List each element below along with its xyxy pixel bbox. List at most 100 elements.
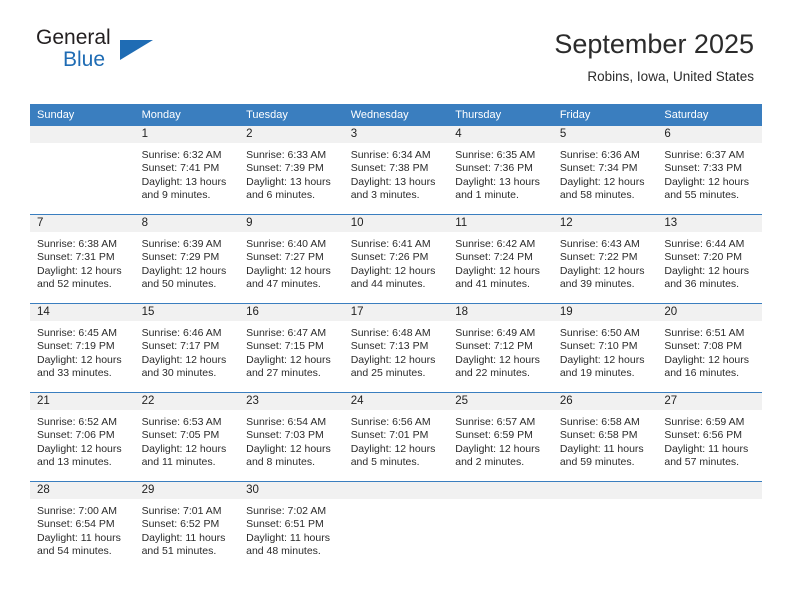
calendar-body: 1 Sunrise: 6:32 AM Sunset: 7:41 PM Daylight… [30, 126, 762, 570]
calendar-day-cell[interactable]: 7 Sunrise: 6:38 AM Sunset: 7:31 PM Daylight… [30, 214, 135, 304]
sunrise-time: Sunrise: 6:33 AM [246, 149, 327, 161]
sunset-time: Sunset: 7:03 PM [246, 429, 324, 442]
daylight-duration-line1: Daylight: 13 hours [141, 175, 227, 188]
day-number: 26 [552, 393, 658, 410]
sunrise-time: Sunrise: 6:42 AM [455, 238, 536, 250]
day-sun-info: Sunrise: 6:44 AM Sunset: 7:20 PM Daylight:… [657, 232, 762, 292]
calendar-day-cell[interactable]: 16 Sunrise: 6:47 AM Sunset: 7:15 PM Dayligh… [239, 303, 344, 393]
calendar-day-cell[interactable]: 6 Sunrise: 6:37 AM Sunset: 7:33 PM Daylight… [657, 126, 762, 215]
calendar-day-cell[interactable]: 23 Sunrise: 6:54 AM Sunset: 7:03 PM Dayligh… [239, 392, 344, 482]
daylight-duration-line2: and 22 minutes. [455, 367, 530, 380]
calendar-day-cell[interactable]: 17 Sunrise: 6:48 AM Sunset: 7:13 PM Dayligh… [343, 303, 449, 393]
calendar-day-cell[interactable]: 9 Sunrise: 6:40 AM Sunset: 7:27 PM Daylight… [239, 214, 344, 304]
sunset-time: Sunset: 7:34 PM [559, 162, 638, 175]
calendar-day-cell[interactable]: 28 Sunrise: 7:00 AM Sunset: 6:54 PM Dayligh… [30, 481, 135, 570]
daylight-duration-line1: Daylight: 11 hours [37, 531, 121, 544]
calendar-day-cell[interactable]: 4 Sunrise: 6:35 AM Sunset: 7:36 PM Daylight… [448, 126, 553, 215]
sunset-time: Sunset: 7:36 PM [455, 162, 533, 175]
calendar-day-cell[interactable]: 18 Sunrise: 6:49 AM Sunset: 7:12 PM Dayligh… [448, 303, 553, 393]
day-number: 23 [239, 393, 344, 410]
calendar-day-cell[interactable]: 24 Sunrise: 6:56 AM Sunset: 7:01 PM Dayligh… [343, 392, 449, 482]
calendar-day-cell[interactable]: 3 Sunrise: 6:34 AM Sunset: 7:38 PM Daylight… [343, 126, 449, 215]
daylight-duration-line2: and 13 minutes. [37, 456, 112, 469]
calendar-day-cell[interactable] [657, 481, 762, 570]
calendar-day-cell[interactable]: 1 Sunrise: 6:32 AM Sunset: 7:41 PM Daylight… [134, 126, 240, 215]
sunset-time: Sunset: 7:13 PM [350, 340, 429, 353]
daylight-duration-line1: Daylight: 11 hours [246, 531, 330, 544]
day-number: 27 [657, 393, 762, 410]
day-cell-content: 4 Sunrise: 6:35 AM Sunset: 7:36 PM Daylight… [448, 126, 553, 214]
day-cell-content: 30 Sunrise: 7:02 AM Sunset: 6:51 PM Dayligh… [239, 482, 344, 570]
calendar-day-cell[interactable]: 29 Sunrise: 7:01 AM Sunset: 6:52 PM Dayligh… [134, 481, 240, 570]
calendar-day-cell[interactable] [30, 126, 135, 215]
calendar-day-cell[interactable]: 25 Sunrise: 6:57 AM Sunset: 6:59 PM Dayligh… [448, 392, 553, 482]
day-sun-info: Sunrise: 6:46 AM Sunset: 7:17 PM Daylight:… [135, 321, 240, 381]
calendar-day-cell[interactable] [343, 481, 449, 570]
calendar-day-cell[interactable]: 8 Sunrise: 6:39 AM Sunset: 7:29 PM Daylight… [134, 214, 240, 304]
day-sun-info: Sunrise: 6:33 AM Sunset: 7:39 PM Daylight:… [239, 143, 344, 203]
sunset-time: Sunset: 7:27 PM [246, 251, 324, 264]
daylight-duration-line2: and 55 minutes. [664, 189, 740, 202]
calendar-day-cell[interactable]: 2 Sunrise: 6:33 AM Sunset: 7:39 PM Daylight… [239, 126, 344, 215]
day-sun-info: Sunrise: 6:42 AM Sunset: 7:24 PM Daylight:… [448, 232, 553, 292]
page-subtitle: Robins, Iowa, United States [587, 69, 754, 84]
sunset-time: Sunset: 7:24 PM [455, 251, 533, 264]
calendar-day-cell[interactable]: 20 Sunrise: 6:51 AM Sunset: 7:08 PM Dayligh… [657, 303, 762, 393]
sunset-time: Sunset: 6:58 PM [559, 429, 638, 442]
daylight-duration-line2: and 30 minutes. [141, 367, 217, 380]
sunset-time: Sunset: 7:19 PM [37, 340, 115, 353]
calendar-week-row: 1 Sunrise: 6:32 AM Sunset: 7:41 PM Daylight… [30, 126, 762, 215]
calendar-day-cell[interactable] [552, 481, 658, 570]
calendar-day-cell[interactable]: 26 Sunrise: 6:58 AM Sunset: 6:58 PM Dayligh… [552, 392, 658, 482]
general-blue-logo[interactable]: General Blue [36, 26, 196, 78]
day-cell-content [448, 482, 553, 570]
sunrise-time: Sunrise: 6:52 AM [37, 416, 117, 428]
daylight-duration-line2: and 39 minutes. [559, 278, 635, 291]
day-number: 21 [30, 393, 135, 410]
day-sun-info: Sunrise: 6:58 AM Sunset: 6:58 PM Daylight:… [553, 410, 658, 470]
day-cell-content [30, 126, 135, 214]
daylight-duration-line1: Daylight: 12 hours [37, 353, 122, 366]
logo-text-blue: Blue [63, 48, 106, 71]
sunrise-time: Sunrise: 6:43 AM [559, 238, 640, 250]
calendar-day-cell[interactable]: 14 Sunrise: 6:45 AM Sunset: 7:19 PM Dayligh… [30, 303, 135, 393]
calendar-day-cell[interactable]: 13 Sunrise: 6:44 AM Sunset: 7:20 PM Dayligh… [657, 214, 762, 304]
daylight-duration-line2: and 25 minutes. [350, 367, 426, 380]
calendar-day-cell[interactable]: 30 Sunrise: 7:02 AM Sunset: 6:51 PM Dayligh… [239, 481, 344, 570]
sunset-time: Sunset: 6:52 PM [141, 518, 220, 531]
calendar-day-cell[interactable] [448, 481, 553, 570]
calendar-day-cell[interactable]: 19 Sunrise: 6:50 AM Sunset: 7:10 PM Dayligh… [552, 303, 658, 393]
sunrise-sunset-calendar: Sunday Monday Tuesday Wednesday Thursday… [30, 104, 762, 570]
day-cell-content: 7 Sunrise: 6:38 AM Sunset: 7:31 PM Daylight… [30, 215, 135, 303]
sunset-time: Sunset: 7:05 PM [141, 429, 220, 442]
calendar-day-cell[interactable]: 21 Sunrise: 6:52 AM Sunset: 7:06 PM Dayligh… [30, 392, 135, 482]
calendar-day-cell[interactable]: 5 Sunrise: 6:36 AM Sunset: 7:34 PM Daylight… [552, 126, 658, 215]
calendar-day-cell[interactable]: 12 Sunrise: 6:43 AM Sunset: 7:22 PM Dayligh… [552, 214, 658, 304]
calendar-day-cell[interactable]: 10 Sunrise: 6:41 AM Sunset: 7:26 PM Dayligh… [343, 214, 449, 304]
day-sun-info: Sunrise: 6:59 AM Sunset: 6:56 PM Daylight:… [657, 410, 762, 470]
daylight-duration-line1: Daylight: 12 hours [664, 264, 750, 277]
sunset-time: Sunset: 6:51 PM [246, 518, 324, 531]
day-cell-content: 1 Sunrise: 6:32 AM Sunset: 7:41 PM Daylight… [134, 126, 240, 214]
sunrise-time: Sunrise: 6:56 AM [350, 416, 431, 428]
weekday-header-wednesday: Wednesday [343, 104, 449, 126]
day-number: 15 [134, 304, 240, 321]
calendar-day-cell[interactable]: 11 Sunrise: 6:42 AM Sunset: 7:24 PM Dayligh… [448, 214, 553, 304]
day-sun-info: Sunrise: 7:01 AM Sunset: 6:52 PM Daylight:… [135, 499, 240, 559]
daylight-duration-line1: Daylight: 12 hours [246, 353, 331, 366]
daylight-duration-line2: and 54 minutes. [37, 545, 112, 558]
calendar-day-cell[interactable]: 27 Sunrise: 6:59 AM Sunset: 6:56 PM Dayligh… [657, 392, 762, 482]
calendar-day-cell[interactable]: 15 Sunrise: 6:46 AM Sunset: 7:17 PM Dayligh… [134, 303, 240, 393]
daylight-duration-line2: and 41 minutes. [455, 278, 530, 291]
day-number: 2 [239, 126, 344, 143]
calendar-day-cell[interactable]: 22 Sunrise: 6:53 AM Sunset: 7:05 PM Dayligh… [134, 392, 240, 482]
day-cell-content: 27 Sunrise: 6:59 AM Sunset: 6:56 PM Dayligh… [657, 393, 762, 481]
sunset-time: Sunset: 7:33 PM [664, 162, 743, 175]
sunrise-time: Sunrise: 6:38 AM [37, 238, 117, 250]
sunrise-time: Sunrise: 7:01 AM [141, 505, 222, 517]
daylight-duration-line1: Daylight: 12 hours [141, 353, 227, 366]
calendar-week-row: 14 Sunrise: 6:45 AM Sunset: 7:19 PM Dayligh… [30, 303, 762, 393]
weekday-header-friday: Friday [552, 104, 658, 126]
day-sun-info: Sunrise: 6:32 AM Sunset: 7:41 PM Daylight:… [135, 143, 240, 203]
daylight-duration-line1: Daylight: 12 hours [455, 353, 540, 366]
